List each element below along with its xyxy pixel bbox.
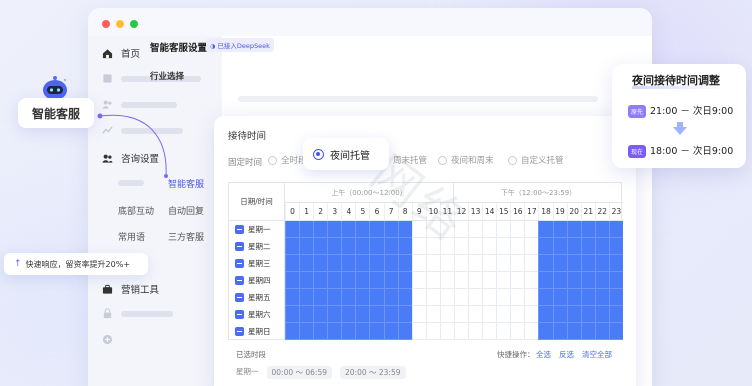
- arrow-up-icon: ↑: [14, 259, 22, 269]
- smart-service-label: 智能客服: [31, 106, 80, 121]
- promo-text: 快速响应，留资率提升20%+: [25, 259, 131, 269]
- smart-service-card: 智能客服: [18, 98, 94, 128]
- connector-line: [97, 113, 168, 178]
- promo-toast: ↑ 快速响应，留资率提升20%+: [4, 253, 148, 275]
